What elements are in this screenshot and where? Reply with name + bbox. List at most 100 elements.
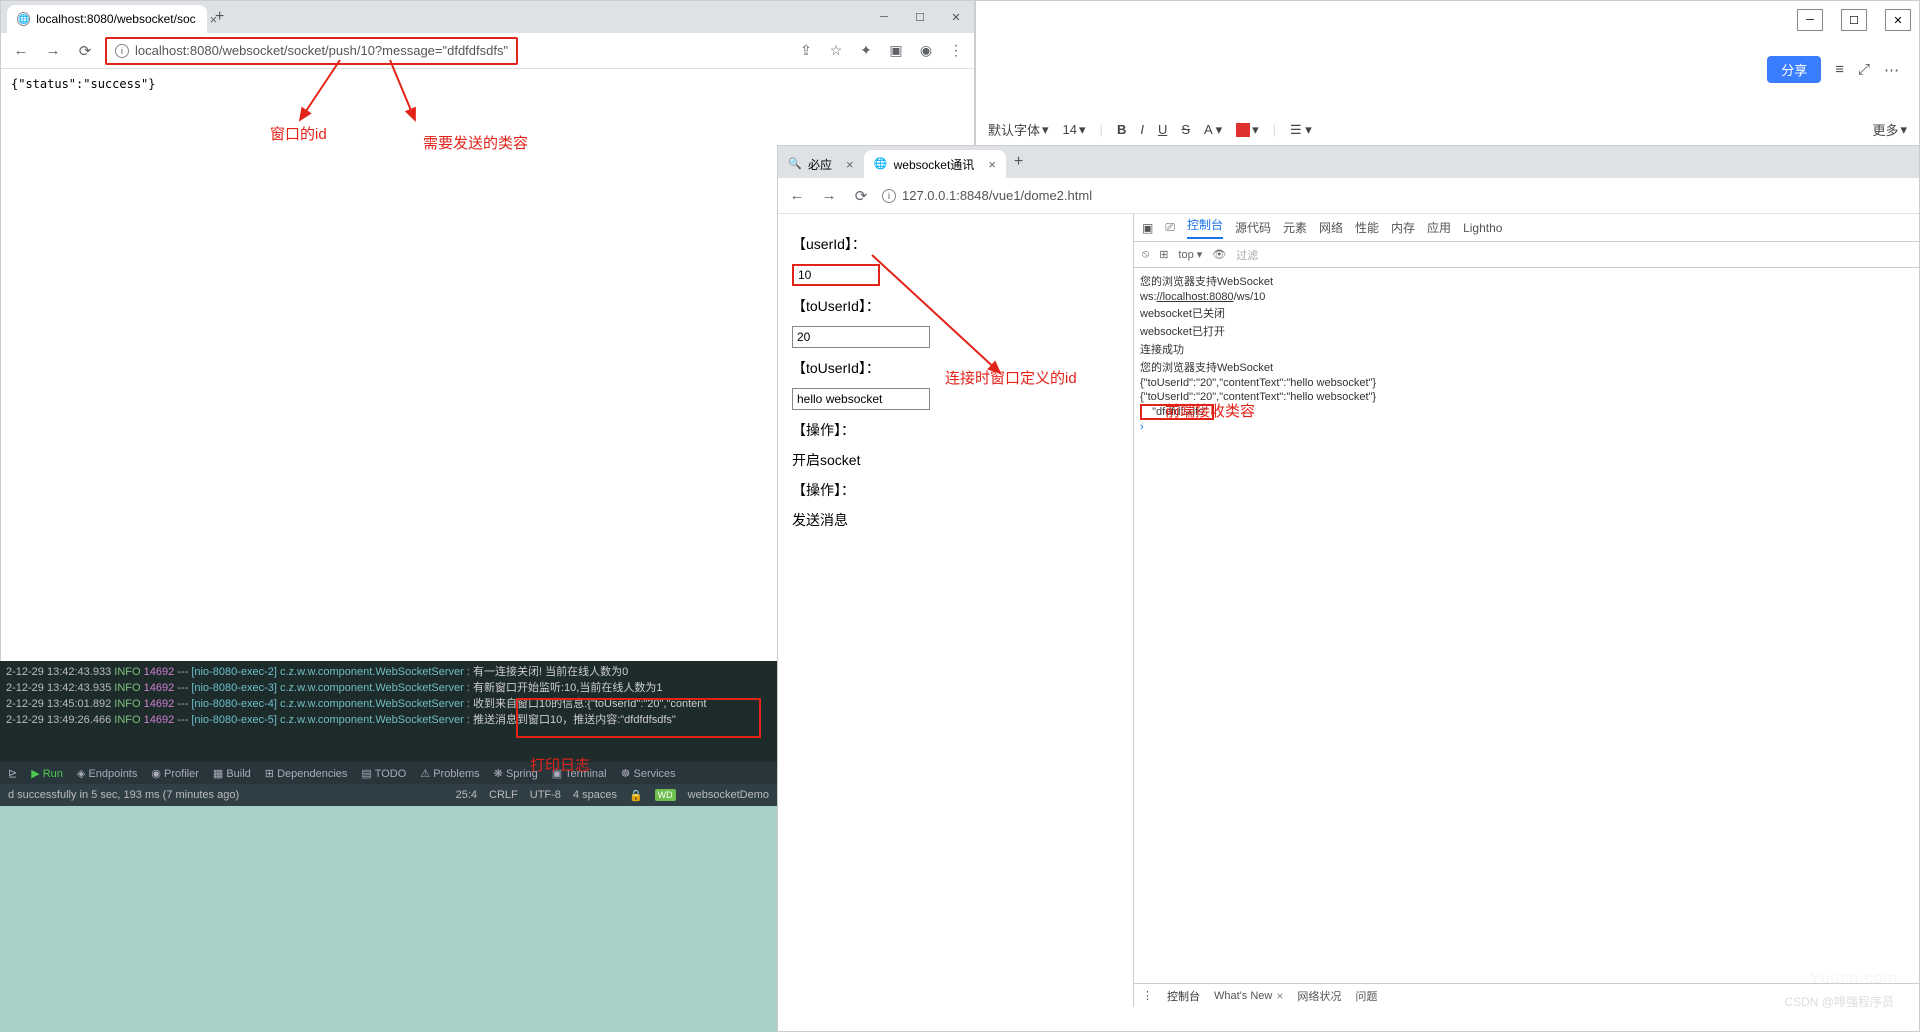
drawer-menu-icon[interactable]: ⋮ xyxy=(1142,989,1153,1002)
dependencies-button[interactable]: ⊞ Dependencies xyxy=(265,767,348,780)
problems-button[interactable]: ⚠ Problems xyxy=(420,767,479,780)
browser-tab-bing[interactable]: 🔍 必应 × xyxy=(778,150,864,178)
back-icon[interactable]: ← xyxy=(9,42,33,59)
drawer-console[interactable]: 控制台 xyxy=(1167,988,1200,1004)
font-color-button[interactable]: A ▾ xyxy=(1204,122,1222,138)
reload-icon[interactable]: ⟳ xyxy=(73,42,97,60)
chrome-window-2: 🔍 必应 × 🌐 websocket通讯 × + ← → ⟳ i 127.0.0… xyxy=(777,145,1920,1032)
bold-button[interactable]: B xyxy=(1117,122,1126,137)
close-icon[interactable]: × xyxy=(988,157,996,172)
devtools-tab-memory[interactable]: 内存 xyxy=(1391,219,1415,236)
console-line: 您的浏览器支持WebSocket xyxy=(1140,358,1913,376)
url-text: localhost:8080/websocket/socket/push/10?… xyxy=(135,43,508,58)
services-button[interactable]: ☸ Services xyxy=(621,767,676,780)
share-icon[interactable]: ⇪ xyxy=(796,42,816,59)
devtools-tab-console[interactable]: 控制台 xyxy=(1187,216,1223,239)
url-bar[interactable]: i 127.0.0.1:8848/vue1/dome2.html xyxy=(882,188,1092,203)
browser-tab-websocket[interactable]: 🌐 websocket通讯 × xyxy=(864,150,1006,178)
log-line: 2-12-29 13:42:43.933 INFO 14692 --- [nio… xyxy=(6,663,771,679)
content-input[interactable] xyxy=(792,388,930,410)
info-icon[interactable]: i xyxy=(882,189,896,203)
devtools-tab-lighthouse[interactable]: Lightho xyxy=(1463,221,1502,235)
console-clear-icon[interactable]: ⦸ xyxy=(1142,248,1149,261)
toolbar-terminal-icon[interactable]: ⊵ xyxy=(8,767,17,780)
filter-input[interactable]: 过滤 xyxy=(1236,247,1258,263)
devtools-tab-elements[interactable]: 元素 xyxy=(1283,219,1307,236)
highlight-button[interactable]: ▾ xyxy=(1236,122,1259,138)
inspect-icon[interactable]: ▣ xyxy=(1142,221,1153,235)
drawer-network[interactable]: 网络状况 xyxy=(1297,988,1341,1004)
minimize-button[interactable]: ─ xyxy=(866,3,902,31)
context-select[interactable]: top ▾ xyxy=(1178,248,1202,261)
menu-icon[interactable]: ⋮ xyxy=(946,42,966,59)
forward-icon[interactable]: → xyxy=(818,187,840,204)
userid-input[interactable] xyxy=(792,264,880,286)
drawer-whatsnew[interactable]: What's New × xyxy=(1214,989,1283,1003)
new-tab-button[interactable]: + xyxy=(1014,153,1023,171)
touserid-input[interactable] xyxy=(792,326,930,348)
watermark-csdn: CSDN @啡强程序员 xyxy=(1784,993,1894,1010)
build-button[interactable]: ▦ Build xyxy=(213,767,251,780)
maximize-button[interactable]: ☐ xyxy=(902,3,938,31)
minimize-button[interactable]: ─ xyxy=(1797,9,1823,31)
close-icon[interactable]: × xyxy=(846,157,854,172)
close-button[interactable]: ✕ xyxy=(938,3,974,31)
navbar: ← → ⟳ i localhost:8080/websocket/socket/… xyxy=(1,33,974,69)
todo-button[interactable]: ▤ TODO xyxy=(361,767,406,780)
devtools-tab-network[interactable]: 网络 xyxy=(1319,219,1343,236)
more-icon[interactable]: ⋯ xyxy=(1884,61,1899,79)
run-button[interactable]: ▶ Run xyxy=(31,767,63,780)
label-op: 【操作】： xyxy=(792,420,1119,440)
size-select[interactable]: 14 ▾ xyxy=(1063,122,1086,138)
new-tab-button[interactable]: + xyxy=(215,8,224,26)
close-button[interactable]: ✕ xyxy=(1885,9,1911,31)
font-select[interactable]: 默认字体 ▾ xyxy=(988,120,1049,139)
expand-icon[interactable]: ⤢ xyxy=(1858,61,1870,78)
browser-tab[interactable]: 🌐 localhost:8080/websocket/soc × xyxy=(7,5,207,33)
share-button[interactable]: 分享 xyxy=(1767,56,1821,83)
panel-icon[interactable]: ▣ xyxy=(886,42,906,59)
log-line: 2-12-29 13:42:43.935 INFO 14692 --- [nio… xyxy=(6,679,771,695)
endpoints-button[interactable]: ◈ Endpoints xyxy=(77,767,137,780)
annotation-front-recv: 前端接收类容 xyxy=(1165,400,1255,421)
devtools-tab-app[interactable]: 应用 xyxy=(1427,219,1451,236)
profiler-button[interactable]: ◉ Profiler xyxy=(151,767,199,780)
strike-button[interactable]: S xyxy=(1181,122,1190,137)
wd-badge: WD xyxy=(655,789,676,801)
star-icon[interactable]: ☆ xyxy=(826,42,846,59)
tab-title: websocket通讯 xyxy=(894,156,975,173)
page-content: 【userId】： 【toUserId】： 【toUserId】： 【操作】： … xyxy=(778,214,1133,1007)
encoding: UTF-8 xyxy=(530,789,561,801)
tab-title: 必应 xyxy=(808,156,832,173)
open-socket-link[interactable]: 开启socket xyxy=(792,450,1119,470)
maximize-button[interactable]: ☐ xyxy=(1841,9,1867,31)
devtools-tab-sources[interactable]: 源代码 xyxy=(1235,219,1271,236)
device-icon[interactable]: ⎚ xyxy=(1165,220,1175,235)
globe-icon: 🌐 xyxy=(874,157,888,171)
eye-icon[interactable]: 👁 xyxy=(1212,248,1226,261)
annotation-send-content: 需要发送的类容 xyxy=(423,132,528,153)
list-icon[interactable]: ≡ xyxy=(1835,61,1844,78)
forward-icon[interactable]: → xyxy=(41,42,65,59)
italic-button[interactable]: I xyxy=(1140,122,1144,137)
extensions-icon[interactable]: ✦ xyxy=(856,42,876,59)
underline-button[interactable]: U xyxy=(1158,122,1167,137)
info-icon[interactable]: i xyxy=(115,44,129,58)
devtools: ▣ ⎚ 控制台 源代码 元素 网络 性能 内存 应用 Lightho ⦸ ⊞ t… xyxy=(1133,214,1919,1007)
drawer-issues[interactable]: 问题 xyxy=(1355,988,1377,1004)
line-ending: CRLF xyxy=(489,789,518,801)
devtools-tab-perf[interactable]: 性能 xyxy=(1355,219,1379,236)
reload-icon[interactable]: ⟳ xyxy=(850,187,872,205)
back-icon[interactable]: ← xyxy=(786,187,808,204)
url-text: 127.0.0.1:8848/vue1/dome2.html xyxy=(902,188,1092,203)
send-msg-link[interactable]: 发送消息 xyxy=(792,510,1119,530)
url-bar[interactable]: i localhost:8080/websocket/socket/push/1… xyxy=(105,37,518,65)
annotation-window-id: 窗口的id xyxy=(270,123,327,144)
cursor-pos: 25:4 xyxy=(456,789,477,801)
more-button[interactable]: 更多 ▾ xyxy=(1872,120,1907,139)
console-sidebar-icon[interactable]: ⊞ xyxy=(1159,248,1168,261)
profile-icon[interactable]: ◉ xyxy=(916,42,936,59)
console-line: websocket已打开 xyxy=(1140,322,1913,340)
list-button[interactable]: ☰ ▾ xyxy=(1290,122,1312,138)
ide-toolbar: ⊵ ▶ Run ◈ Endpoints ◉ Profiler ▦ Build ⊞… xyxy=(0,762,777,784)
